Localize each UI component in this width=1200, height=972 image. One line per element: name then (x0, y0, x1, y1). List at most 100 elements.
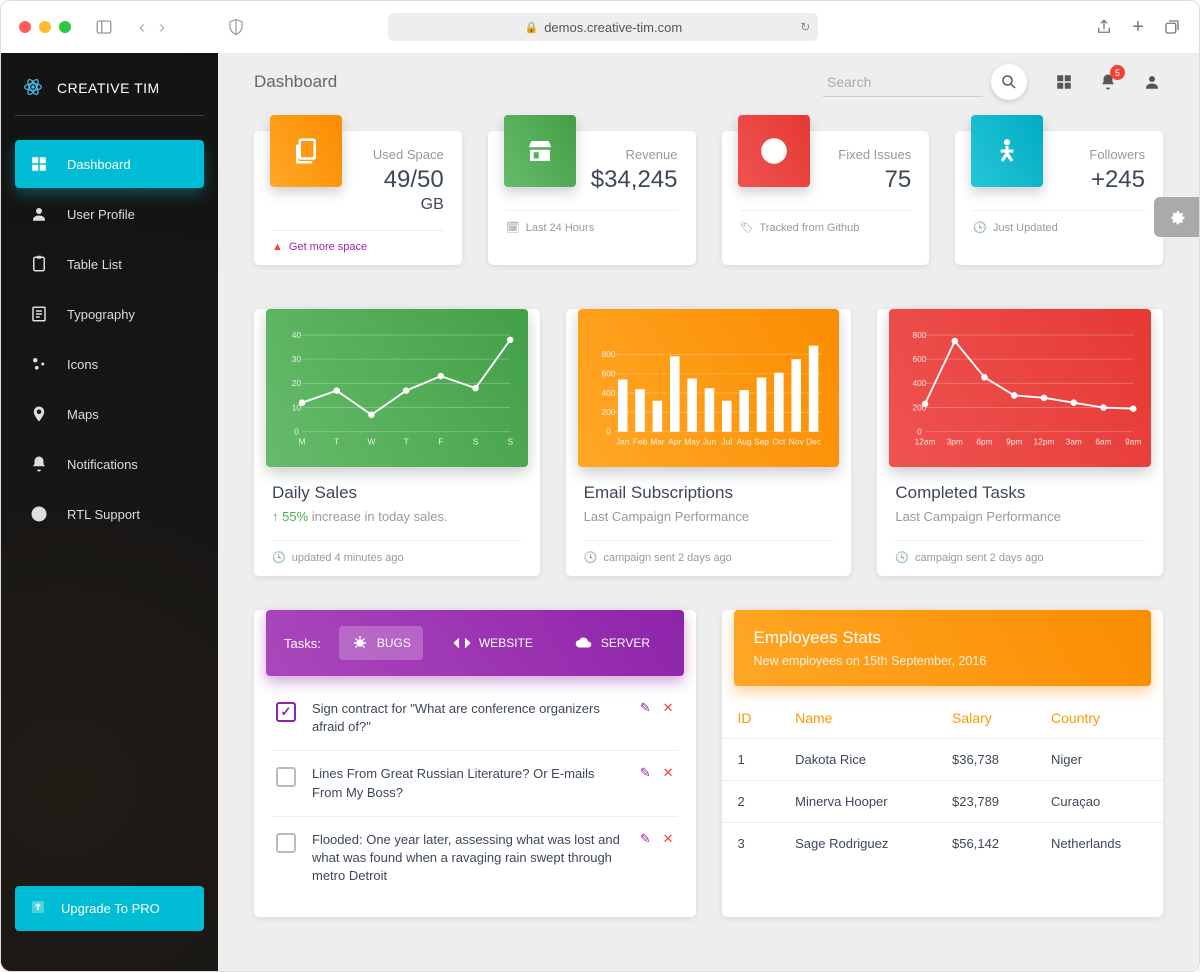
sidebar-item-icons[interactable]: Icons (15, 340, 204, 388)
svg-text:9pm: 9pm (1006, 437, 1022, 447)
sidebar-item-notifications[interactable]: Notifications (15, 440, 204, 488)
table-header: Country (1035, 698, 1163, 739)
tab-server[interactable]: SERVER (563, 626, 662, 660)
tab-website[interactable]: WEBSITE (441, 626, 545, 660)
sidebar-item-user-profile[interactable]: User Profile (15, 190, 204, 238)
svg-text:200: 200 (601, 407, 615, 417)
sidebar-item-label: Table List (67, 257, 122, 272)
table-header: ID (722, 698, 780, 739)
chart-footer: updated 4 minutes ago (292, 552, 404, 564)
chart-header: 010203040MTWTFSS (266, 309, 528, 467)
svg-text:Jan: Jan (616, 437, 630, 447)
delete-icon[interactable]: ✕ (663, 765, 674, 781)
edit-icon[interactable]: ✎ (640, 831, 651, 847)
edit-icon[interactable]: ✎ (640, 765, 651, 781)
clock-icon: 🕓 (584, 551, 598, 564)
svg-text:May: May (684, 437, 701, 447)
task-text: Sign contract for "What are conference o… (312, 700, 624, 736)
tabs-icon[interactable] (1163, 18, 1181, 36)
chart-card-daily-sales: 010203040MTWTFSSDaily Sales↑ 55% increas… (254, 309, 540, 576)
brand[interactable]: CREATIVE TIM (15, 65, 204, 116)
svg-text:T: T (404, 437, 409, 447)
upgrade-button[interactable]: Upgrade To PRO (15, 886, 204, 931)
sidebar-item-label: Maps (67, 407, 99, 422)
search-button[interactable] (991, 64, 1027, 100)
notifications-button[interactable]: 5 (1097, 71, 1119, 93)
stat-footer-text: Tracked from Github (759, 222, 859, 234)
sidebar-item-label: Notifications (67, 457, 138, 472)
sidebar-item-typography[interactable]: Typography (15, 290, 204, 338)
sidebar-item-maps[interactable]: Maps (15, 390, 204, 438)
svg-text:Jul: Jul (721, 437, 732, 447)
browser-window: ‹ › 🔒 demos.creative-tim.com ↻ + CREATIV… (0, 0, 1200, 972)
dashboard-icon-button[interactable] (1053, 71, 1075, 93)
sidebar: CREATIVE TIM Dashboard User Profile Table … (1, 53, 218, 971)
task-text: Flooded: One year later, assessing what … (312, 831, 624, 886)
window-minimize[interactable] (39, 21, 51, 33)
new-tab-icon[interactable]: + (1129, 18, 1147, 36)
window-close[interactable] (19, 21, 31, 33)
sidebar-item-label: User Profile (67, 207, 135, 222)
window-maximize[interactable] (59, 21, 71, 33)
warning-icon: ▲ (272, 241, 283, 253)
chart-subtitle: Last Campaign Performance (584, 509, 834, 524)
employees-card: Employees Stats New employees on 15th Se… (722, 610, 1164, 917)
sidebar-item-label: Typography (67, 307, 135, 322)
nav-forward-icon[interactable]: › (159, 17, 165, 38)
employees-table: IDNameSalaryCountry 1Dakota Rice$36,738N… (722, 698, 1164, 864)
sidebar-item-table-list[interactable]: Table List (15, 240, 204, 288)
table-header: Name (779, 698, 936, 739)
person-icon (1143, 73, 1161, 91)
shield-icon[interactable] (227, 18, 245, 36)
stat-footer-text: Last 24 Hours (526, 222, 594, 234)
profile-button[interactable] (1141, 71, 1163, 93)
svg-text:3am: 3am (1066, 437, 1082, 447)
stat-card-used-space: Used Space49/50GB▲ Get more space (254, 131, 462, 265)
tab-bugs[interactable]: BUGS (339, 626, 423, 660)
chart-title: Email Subscriptions (584, 483, 834, 503)
stat-footer-link[interactable]: Get more space (289, 241, 367, 253)
table-cell: $23,789 (936, 781, 1035, 823)
task-checkbox[interactable] (276, 833, 296, 853)
table-row: 1Dakota Rice$36,738Niger (722, 739, 1164, 781)
table-cell: Netherlands (1035, 823, 1163, 865)
stat-footer-text: Just Updated (993, 222, 1058, 234)
clock-icon: 🕓 (973, 221, 987, 234)
edit-icon[interactable]: ✎ (640, 700, 651, 716)
settings-fab[interactable] (1154, 197, 1199, 237)
clipboard-icon (29, 254, 49, 274)
stat-card-fixed-issues: Fixed Issues75🏷 Tracked from Github (722, 131, 930, 265)
table-cell: Sage Rodriguez (779, 823, 936, 865)
delete-icon[interactable]: ✕ (663, 700, 674, 716)
url-bar[interactable]: 🔒 demos.creative-tim.com ↻ (388, 13, 818, 41)
svg-text:400: 400 (601, 388, 615, 398)
task-row: Sign contract for "What are conference o… (272, 686, 678, 751)
task-checkbox[interactable] (276, 767, 296, 787)
nav-back-icon[interactable]: ‹ (139, 17, 145, 38)
share-icon[interactable] (1095, 18, 1113, 36)
task-checkbox[interactable] (276, 702, 296, 722)
chart-subtitle: Last Campaign Performance (895, 509, 1145, 524)
sidebar-toggle-icon[interactable] (95, 18, 113, 36)
search-input[interactable] (823, 68, 983, 97)
sidebar-item-rtl-support[interactable]: RTL Support (15, 490, 204, 538)
delete-icon[interactable]: ✕ (663, 831, 674, 847)
svg-text:M: M (299, 437, 306, 447)
reload-icon[interactable]: ↻ (800, 20, 810, 34)
tag-icon: 🏷 (740, 221, 754, 234)
stat-card-followers: Followers+245🕓 Just Updated (955, 131, 1163, 265)
sidebar-item-dashboard[interactable]: Dashboard (15, 140, 204, 188)
stat-card-revenue: Revenue$34,245🗓 Last 24 Hours (488, 131, 696, 265)
accessibility-icon (971, 115, 1043, 187)
chart-card-completed-tasks: 020040060080012am3pm6pm9pm12pm3am6am9amC… (877, 309, 1163, 576)
svg-text:0: 0 (294, 426, 299, 436)
svg-text:Oct: Oct (772, 437, 786, 447)
table-header: Salary (936, 698, 1035, 739)
svg-text:20: 20 (292, 378, 302, 388)
table-cell: Niger (1035, 739, 1163, 781)
chart-footer: campaign sent 2 days ago (915, 552, 1043, 564)
store-icon (504, 115, 576, 187)
svg-text:600: 600 (913, 354, 927, 364)
notification-badge: 5 (1110, 65, 1125, 80)
svg-text:0: 0 (917, 426, 922, 436)
